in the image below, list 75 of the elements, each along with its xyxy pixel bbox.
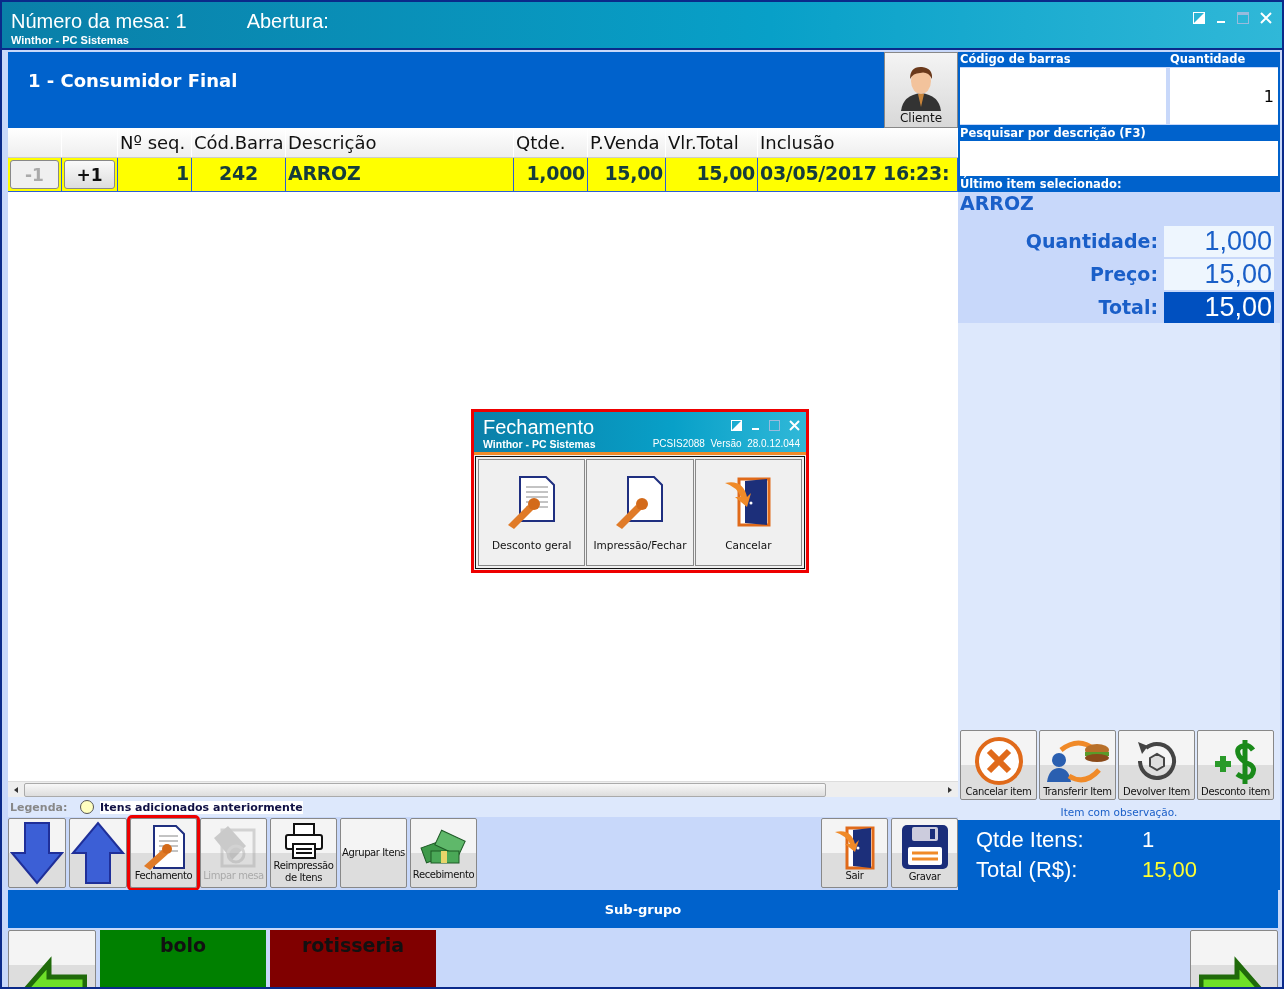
total-value: 15,00 [1141, 857, 1199, 883]
legend-dot [80, 800, 94, 814]
opening-label: Abertura: [246, 10, 329, 32]
column-header: Vlr.Total [666, 128, 758, 157]
barcode-field[interactable] [960, 68, 1166, 124]
table-cell: 242 [192, 158, 286, 191]
next-button[interactable] [1190, 930, 1278, 987]
barcode-label: Código de barras [960, 52, 1072, 67]
restore-icon[interactable] [731, 420, 742, 431]
table-cell: ARROZ [286, 158, 514, 191]
table-cell: 15,00 [666, 158, 758, 191]
toolbar-button[interactable]: Fechamento [130, 818, 197, 888]
table-cell: 1 [118, 158, 192, 191]
table-row[interactable]: -1 +1 1 242 ARROZ 1,000 15,00 15,00 03/05/2017 16:23: [8, 158, 958, 192]
close-icon[interactable] [1260, 12, 1272, 24]
subgroup-title: Sub-grupo [604, 901, 682, 917]
dialog-subtitle: Winthor - PC Sistemas [483, 438, 596, 450]
previous-button[interactable] [8, 930, 96, 987]
detail-label: Quantidade: [1024, 229, 1159, 254]
dialog-button[interactable]: Cancelar [694, 459, 802, 566]
detail-value: 15,00 [1164, 259, 1274, 290]
quantity-field[interactable]: 1 [1170, 68, 1278, 124]
item-action-button[interactable]: Devolver Item [1118, 730, 1195, 800]
window-title: Número da mesa: 1 [11, 10, 187, 32]
up-arrow-icon [71, 821, 125, 885]
dialog-button[interactable]: Impressão/Fechar [586, 459, 694, 566]
note-text: Item com observação. [1059, 805, 1179, 820]
cancel-icon [973, 736, 1024, 786]
table-cell: 1,000 [514, 158, 588, 191]
maximize-icon[interactable] [769, 420, 780, 431]
total-value: 1 [1141, 827, 1156, 853]
legend-label: Legenda: [10, 800, 69, 814]
printer-icon [283, 822, 324, 860]
toolbar-button[interactable]: Gravar [891, 818, 958, 888]
search-field[interactable] [960, 141, 1278, 176]
item-action-button[interactable]: Cancelar item [960, 730, 1037, 800]
item-action-button[interactable]: Transferir Item [1039, 730, 1116, 800]
version-text: PCSIS2088 Versão 28.0.12.044 [652, 438, 800, 450]
total-label: Total (R$): [976, 857, 1079, 883]
column-header: Qtde. [514, 128, 588, 157]
last-item-name: ARROZ [958, 192, 1280, 214]
scroll-right-icon[interactable] [946, 785, 954, 794]
increment-button[interactable]: +1 [64, 160, 115, 189]
table-cell: 15,00 [588, 158, 666, 191]
customer-name: 1 - Consumidor Final [27, 69, 238, 93]
column-header: Nº seq. [118, 128, 192, 157]
legend-text: Itens adicionados anteriormente [100, 800, 303, 814]
toolbar-button[interactable]: Reimpressão de Itens [270, 818, 337, 888]
down-arrow-icon [10, 821, 64, 885]
total-label: Qtde Itens: [976, 827, 1085, 853]
category-tile[interactable]: bolo [100, 930, 266, 987]
client-button[interactable]: Cliente [884, 52, 958, 128]
scrollbar-thumb[interactable] [24, 782, 826, 797]
detail-value: 15,00 [1164, 292, 1274, 323]
quantity-label: Quantidade [1170, 52, 1247, 67]
toolbar-button[interactable]: Sair [821, 818, 888, 888]
dialog-button[interactable]: Desconto geral [478, 459, 586, 566]
document-pen-icon [614, 474, 666, 529]
window-subtitle: Winthor - PC Sistemas [11, 34, 130, 46]
move-up-button[interactable] [69, 818, 127, 888]
horizontal-scrollbar[interactable] [8, 781, 958, 797]
item-action-button[interactable]: Desconto item [1197, 730, 1274, 800]
toolbar-button[interactable]: Recebimento [410, 818, 477, 888]
scroll-left-icon[interactable] [12, 785, 20, 794]
close-icon[interactable] [789, 420, 800, 431]
detail-value: 1,000 [1164, 226, 1274, 257]
toolbar-button[interactable]: Agrupar Itens [340, 818, 407, 888]
restore-icon[interactable] [1193, 12, 1205, 24]
column-header: Descrição [286, 128, 514, 157]
dialog-title: Fechamento [483, 416, 595, 438]
column-header: P.Venda [588, 128, 666, 157]
detail-label: Preço: [1088, 262, 1159, 287]
move-down-button[interactable] [8, 818, 66, 888]
detail-label: Total: [1097, 295, 1159, 320]
column-header: Cód.Barra [192, 128, 286, 157]
